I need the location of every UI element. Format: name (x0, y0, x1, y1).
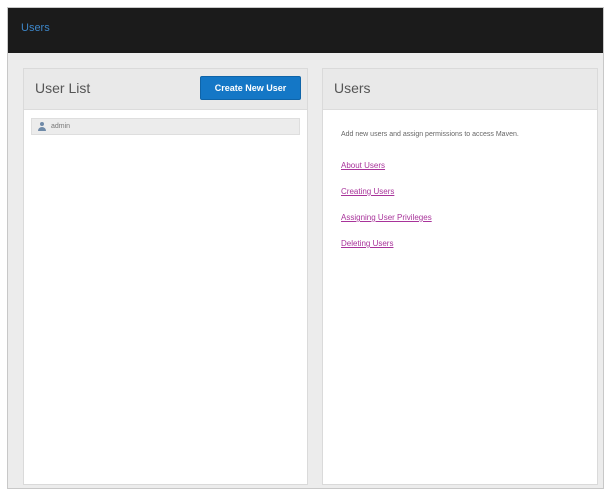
users-info-header: Users (323, 69, 597, 110)
user-list-panel: User List Create New User admin (23, 68, 308, 485)
create-new-user-button[interactable]: Create New User (200, 76, 301, 100)
deleting-users-link[interactable]: Deleting Users (341, 239, 393, 248)
user-list-item[interactable]: admin (31, 118, 300, 135)
user-list-header: User List Create New User (24, 69, 307, 110)
user-icon (38, 122, 46, 131)
top-navbar: Users (8, 8, 603, 53)
assigning-privileges-link[interactable]: Assigning User Privileges (341, 213, 432, 222)
creating-users-link[interactable]: Creating Users (341, 187, 394, 196)
users-intro-text: Add new users and assign permissions to … (341, 131, 519, 138)
user-list-title: User List (35, 80, 91, 96)
user-name: admin (51, 123, 71, 130)
help-links-list: About Users Creating Users Assigning Use… (341, 155, 597, 259)
user-list: admin (24, 110, 307, 135)
about-users-link[interactable]: About Users (341, 161, 385, 170)
brand-link[interactable]: Users (21, 22, 50, 34)
app-window: Users User List Create New User admin Us… (7, 7, 604, 489)
users-info-panel: Users Add new users and assign permissio… (322, 68, 598, 485)
users-info-title: Users (334, 80, 371, 96)
